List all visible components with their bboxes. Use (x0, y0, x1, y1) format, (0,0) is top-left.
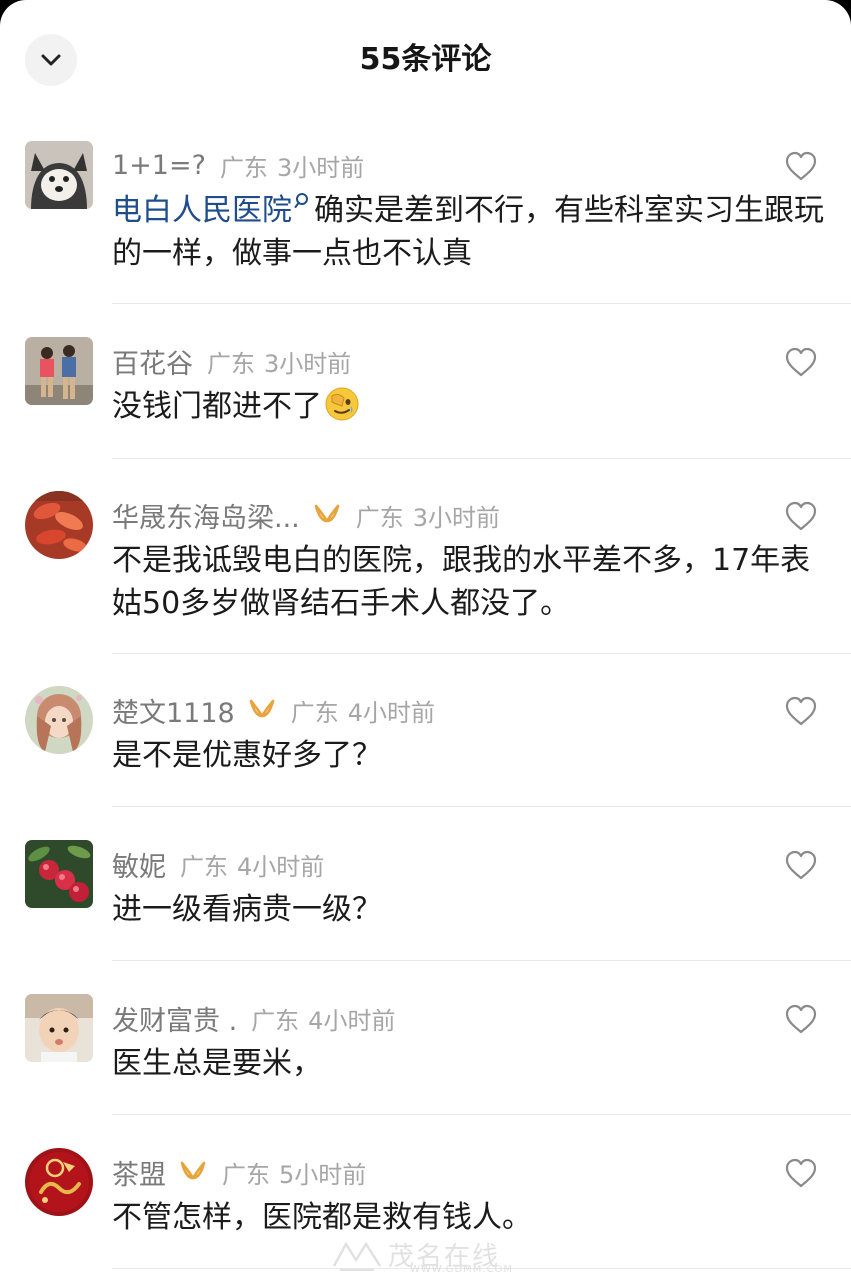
comment-location: 广东 (355, 503, 404, 532)
comment-body: 进一级看病贵一级？ (112, 892, 382, 927)
comment-time: 4小时前 (237, 852, 325, 881)
heart-icon[interactable] (784, 501, 818, 531)
comment-nickname[interactable]: 1+1=? (112, 150, 206, 181)
comment-text: 电白人民医院 确实是差到不行，有些科室实习生跟玩的一样，做事一点也不认真 (112, 189, 827, 275)
comment-nickname[interactable]: 茶盟 (112, 1153, 166, 1192)
avatar[interactable] (25, 491, 93, 559)
watermark-logo-icon (332, 1241, 382, 1271)
comment-text: 不是我诋毁电白的医院，跟我的水平差不多，17年表姑50多岁做肾结石手术人都没了。 (112, 539, 827, 625)
watermark: 茂名在线 WWW.GDMM.COM (330, 1234, 530, 1278)
page-title: 55条评论 (359, 42, 492, 77)
avatar[interactable] (25, 840, 93, 908)
comment-text: 医生总是要米， (112, 1042, 827, 1085)
avatar[interactable] (25, 686, 93, 754)
watermark-subtext: WWW.GDMM.COM (410, 1264, 514, 1275)
comment-nickname[interactable]: 发财富贵 . (112, 999, 237, 1038)
comments-sheet: 55条评论 1+1=? 广东 3小时前 电白人民医院 确实是差到不行，有些科室实习… (0, 0, 851, 1280)
avatar[interactable] (25, 994, 93, 1062)
divider (112, 458, 851, 459)
comment-body: 是不是优惠好多了？ (112, 738, 382, 773)
comment-body: 不是我诋毁电白的医院，跟我的水平差不多，17年表姑50多岁做肾结石手术人都没了。 (112, 543, 811, 621)
comment-location: 广东 (251, 1006, 300, 1035)
divider (112, 303, 851, 304)
divider (112, 806, 851, 807)
comment-text: 没钱门都进不了 (112, 385, 827, 428)
comment-text: 是不是优惠好多了？ (112, 734, 827, 777)
comment-time: 3小时前 (412, 503, 501, 532)
avatar[interactable] (25, 337, 93, 405)
comment-nickname[interactable]: 华晟东海岛梁... (112, 496, 300, 535)
heart-icon[interactable] (784, 347, 818, 377)
facepalm-emoji-icon (325, 387, 359, 421)
comment-time: 3小时前 (264, 349, 352, 378)
comment-body: 不管怎样，医院都是救有钱人。 (112, 1200, 532, 1235)
comments-header: 55条评论 (0, 0, 851, 120)
comment-nickname[interactable]: 百花谷 (112, 342, 193, 381)
comment-time: 5小时前 (279, 1160, 367, 1189)
comment-location: 广东 (219, 153, 268, 182)
comment-time: 4小时前 (347, 698, 435, 727)
comment-location: 广东 (207, 349, 255, 378)
comment-body: 没钱门都进不了 (112, 389, 322, 424)
avatar[interactable] (25, 1148, 93, 1216)
comment-location: 广东 (222, 1160, 270, 1189)
search-icon (294, 193, 308, 208)
search-link-label: 电白人民医院 (112, 193, 292, 228)
search-link[interactable]: 电白人民医院 (112, 193, 314, 228)
comment-time: 4小时前 (308, 1006, 396, 1035)
comment-text: 不管怎样，医院都是救有钱人。 (112, 1196, 827, 1239)
comment-location: 广东 (290, 698, 339, 727)
comment-time: 3小时前 (276, 153, 365, 182)
comment-location: 广东 (180, 852, 228, 881)
heart-icon[interactable] (784, 696, 818, 726)
comment-nickname[interactable]: 楚文1118 (112, 691, 235, 730)
comment-text: 进一级看病贵一级？ (112, 888, 827, 931)
divider (112, 1114, 851, 1115)
comment-nickname[interactable]: 敏妮 (112, 845, 166, 884)
divider (112, 960, 851, 961)
comment-body: 医生总是要米， (112, 1046, 322, 1081)
member-badge-icon (247, 698, 277, 722)
heart-icon[interactable] (784, 850, 818, 880)
member-badge-icon (178, 1160, 208, 1184)
member-badge-icon (312, 503, 342, 527)
heart-icon[interactable] (784, 1004, 818, 1034)
divider (112, 653, 851, 654)
heart-icon[interactable] (784, 1158, 818, 1188)
avatar[interactable] (25, 141, 93, 209)
heart-icon[interactable] (784, 151, 818, 181)
